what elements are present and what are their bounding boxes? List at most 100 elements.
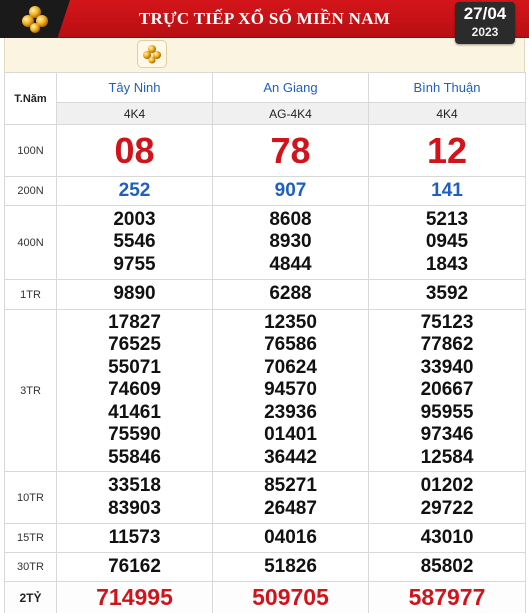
prize-label: 400N	[4, 205, 57, 280]
prize-label: 3TR	[4, 309, 57, 472]
prize-number: 85271	[264, 475, 317, 496]
lottery-balls-logo-icon	[22, 6, 48, 33]
prize-cell: 75123 77862 33940 20667 95955 97346 1258…	[368, 309, 526, 472]
prize-number: 76525	[108, 334, 161, 356]
prize-number: 252	[56, 176, 213, 206]
ticket-code: AG-4K4	[212, 102, 369, 125]
prize-number: 41461	[108, 401, 161, 423]
prize-number: 9755	[113, 253, 156, 275]
prize-cell: 01202 29722	[368, 471, 526, 524]
weekday-label: T.Năm	[4, 72, 57, 125]
page-title: TRỰC TIẾP XỔ SỐ MIỀN NAM	[138, 9, 391, 28]
prize-cell: 33518 83903	[56, 471, 213, 524]
prize-row-10tr: 10TR 33518 83903 85271 26487 01202 29722	[4, 471, 526, 524]
prize-cell: 8608 8930 4844	[212, 205, 369, 280]
sub-bar	[4, 38, 525, 72]
prize-number: 12350	[264, 311, 317, 333]
prize-number: 2003	[113, 208, 156, 230]
prize-row-3tr: 3TR 17827 76525 55071 74609 41461 75590 …	[4, 309, 526, 472]
prize-number: 12	[368, 124, 526, 177]
province-row: T.Năm Tây Ninh An Giang Bình Thuận	[4, 72, 526, 125]
ticket-code-row: 4K4 AG-4K4 4K4	[5, 102, 526, 125]
prize-number: 9890	[56, 279, 213, 310]
prize-number: 23936	[264, 401, 317, 423]
prize-number: 11573	[56, 523, 213, 553]
prize-number: 26487	[264, 497, 317, 519]
prize-number: 1843	[425, 253, 469, 275]
page-header: TRỰC TIẾP XỔ SỐ MIỀN NAM	[0, 0, 529, 38]
prize-number: 75123	[420, 311, 474, 333]
prize-cell: 12350 76586 70624 94570 23936 01401 3644…	[212, 309, 369, 472]
prize-number: 04016	[212, 523, 369, 553]
date-badge: 27/04 2023	[455, 2, 515, 44]
prize-row-15tr: 15TR 11573 04016 43010	[4, 523, 526, 553]
prize-number: 78	[212, 124, 369, 177]
prize-number: 3592	[368, 279, 526, 310]
prize-number: 33940	[420, 356, 474, 378]
prize-number: 4844	[269, 253, 312, 275]
special-prize-number: 509705	[212, 581, 369, 613]
prize-label: 100N	[4, 124, 57, 177]
prize-label: 30TR	[4, 552, 57, 582]
prize-number: 95955	[420, 401, 474, 423]
prize-label: 15TR	[4, 523, 57, 553]
prize-number: 55846	[108, 446, 161, 468]
prize-cell: 85271 26487	[212, 471, 369, 524]
mini-logo-button[interactable]	[137, 40, 167, 68]
prize-number: 17827	[108, 311, 161, 333]
prize-number: 907	[212, 176, 369, 206]
province-name[interactable]: Tây Ninh	[56, 72, 213, 103]
prize-number: 0945	[425, 231, 469, 253]
prize-number: 5213	[425, 208, 469, 230]
prize-row-special: 2TỶ 714995 509705 587977	[4, 581, 526, 613]
prize-number: 70624	[264, 356, 317, 378]
prize-number: 76586	[264, 334, 317, 356]
logo-block	[0, 0, 70, 38]
date-year: 2023	[471, 25, 499, 39]
prize-cell: 17827 76525 55071 74609 41461 75590 5584…	[56, 309, 213, 472]
prize-number: 33518	[108, 475, 161, 496]
special-prize-number: 587977	[368, 581, 526, 613]
special-prize-number: 714995	[56, 581, 213, 613]
prize-number: 77862	[420, 334, 474, 356]
prize-number: 29722	[420, 497, 474, 519]
ticket-code: 4K4	[368, 102, 526, 125]
prize-number: 36442	[264, 446, 317, 468]
ticket-code: 4K4	[56, 102, 213, 125]
prize-number: 75590	[108, 424, 161, 446]
results-table: T.Năm Tây Ninh An Giang Bình Thuận 4K4 A…	[4, 72, 526, 613]
prize-label: 1TR	[4, 279, 57, 310]
prize-row-30tr: 30TR 76162 51826 85802	[4, 552, 526, 582]
prize-label: 10TR	[4, 471, 57, 524]
special-prize-label: 2TỶ	[4, 581, 57, 613]
prize-number: 51826	[212, 552, 369, 582]
prize-number: 5546	[113, 231, 156, 253]
prize-number: 85802	[368, 552, 526, 582]
prize-number: 01401	[264, 424, 317, 446]
lottery-balls-mini-icon	[143, 45, 161, 64]
prize-number: 12584	[420, 446, 474, 468]
prize-number: 55071	[108, 356, 161, 378]
prize-number: 94570	[264, 379, 317, 401]
prize-number: 8608	[269, 208, 312, 230]
prize-row-200n: 200N 252 907 141	[4, 176, 526, 206]
prize-number: 43010	[368, 523, 526, 553]
prize-cell: 5213 0945 1843	[368, 205, 526, 280]
prize-number: 8930	[269, 231, 312, 253]
prize-number: 97346	[420, 424, 474, 446]
prize-number: 01202	[420, 475, 474, 496]
prize-row-400n: 400N 2003 5546 9755 8608 8930 4844 5213 …	[4, 205, 526, 280]
prize-cell: 2003 5546 9755	[56, 205, 213, 280]
prize-number: 74609	[108, 379, 161, 401]
province-name[interactable]: Bình Thuận	[368, 72, 526, 103]
prize-row-1tr: 1TR 9890 6288 3592	[4, 279, 526, 310]
prize-row-100n: 100N 08 78 12	[4, 124, 526, 177]
date-day: 27/04	[463, 4, 507, 23]
prize-number: 76162	[56, 552, 213, 582]
prize-number: 08	[56, 124, 213, 177]
prize-number: 20667	[420, 379, 474, 401]
prize-number: 83903	[108, 497, 161, 519]
prize-number: 141	[368, 176, 526, 206]
prize-number: 6288	[212, 279, 369, 310]
province-name[interactable]: An Giang	[212, 72, 369, 103]
